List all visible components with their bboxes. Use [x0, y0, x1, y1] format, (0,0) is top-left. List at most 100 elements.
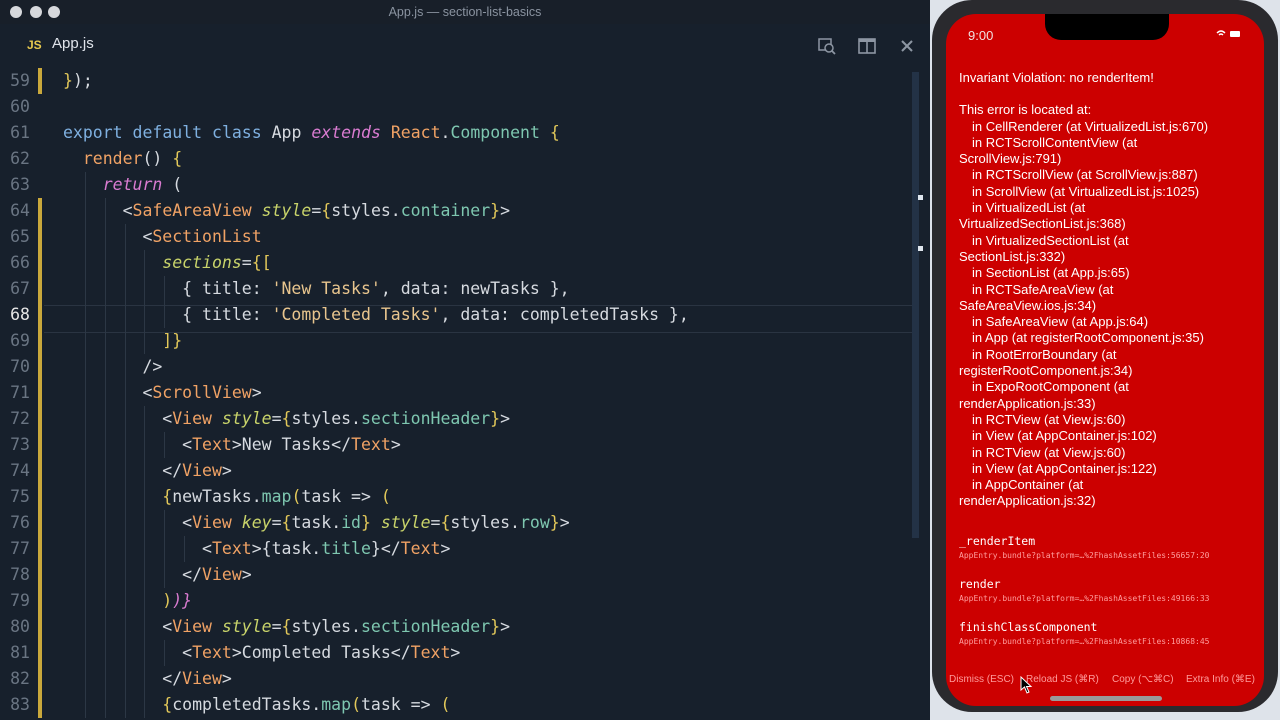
code-line[interactable]: 81 <Text>Completed Tasks</Text>: [0, 640, 910, 666]
code-token: key: [241, 513, 272, 532]
stack-frame[interactable]: finishClassComponent AppEntry.bundle?plat…: [959, 620, 1259, 663]
git-change-marker: [38, 68, 42, 94]
code-token: container: [400, 201, 491, 220]
indent-guide: [124, 692, 126, 718]
indent-guide: [104, 328, 106, 354]
copy-button[interactable]: Copy (⌥⌘C): [1112, 674, 1174, 685]
indent-guide: [84, 432, 86, 458]
indent-guide: [144, 510, 146, 536]
code-token: Text: [400, 539, 441, 558]
code-line[interactable]: 59});: [0, 68, 910, 94]
editor-scrollbar[interactable]: [912, 72, 919, 538]
code-line[interactable]: 61 export default class App extends React…: [0, 120, 910, 146]
indent-guide: [124, 380, 126, 406]
code-line[interactable]: 71 <ScrollView>: [0, 380, 910, 406]
code-line[interactable]: 65 <SectionList: [0, 224, 910, 250]
stack-line: in RCTScrollContentView (at: [972, 134, 1138, 150]
stack-frame[interactable]: _renderItem AppEntry.bundle?platform=…%2F…: [959, 534, 1259, 577]
tab-bar: JS App.js: [0, 24, 930, 66]
git-change-marker: [38, 406, 42, 432]
search-in-files-icon[interactable]: [817, 36, 837, 56]
code-token: (: [172, 175, 183, 194]
split-editor-icon[interactable]: [857, 36, 877, 56]
line-number: 59: [10, 71, 30, 90]
line-number: 62: [10, 149, 30, 168]
indent-guide: [144, 302, 146, 328]
stack-line: in App (at registerRootComponent.js:35): [972, 330, 1204, 346]
indent-guide: [104, 276, 106, 302]
code-token: {[: [251, 253, 272, 272]
code-token: );: [72, 71, 93, 90]
scrollbar-marker: [918, 246, 923, 251]
indent-guide: [84, 640, 86, 666]
code-token: )}: [172, 591, 193, 610]
tab-app-js[interactable]: App.js: [52, 35, 94, 52]
code-line[interactable]: 68 { title: 'Completed Tasks', data: comp…: [0, 302, 910, 328]
code-line[interactable]: 82 </View>: [0, 666, 910, 692]
stack-frames: _renderItem AppEntry.bundle?platform=…%2F…: [959, 534, 1259, 663]
git-change-marker: [38, 432, 42, 458]
code-line[interactable]: 76 <View key={task.id} style={styles.row}…: [0, 510, 910, 536]
indent-guide: [164, 432, 166, 458]
code-content: {newTasks.map(task => (: [162, 484, 391, 510]
home-indicator[interactable]: [1050, 696, 1162, 701]
stack-line: ScrollView.js:791): [959, 151, 1062, 167]
code-content: <Text>{task.title}</Text>: [202, 536, 450, 562]
code-token: title: [321, 539, 371, 558]
indent-guide: [124, 224, 126, 250]
code-token: id: [341, 513, 361, 532]
code-content: });: [63, 68, 93, 94]
code-token: style: [380, 513, 431, 532]
code-token: }</: [370, 539, 401, 558]
code-line[interactable]: 62 render() {: [0, 146, 910, 172]
indent-guide: [164, 510, 166, 536]
code-line[interactable]: 75 {newTasks.map(task => (: [0, 484, 910, 510]
title-bar: App.js — section-list-basics: [0, 0, 930, 24]
code-line[interactable]: 69]}: [0, 328, 910, 354]
code-line[interactable]: 66 sections={[: [0, 250, 910, 276]
code-area[interactable]: 59}); 60 61 export default class App extend…: [0, 66, 910, 720]
code-line[interactable]: 79))}: [0, 588, 910, 614]
indent-guide: [84, 510, 86, 536]
code-line[interactable]: 64 <SafeAreaView style={styles.container}…: [0, 198, 910, 224]
indent-guide: [104, 510, 106, 536]
code-line[interactable]: 77 <Text>{task.title}</Text>: [0, 536, 910, 562]
code-line[interactable]: 63 return (: [0, 172, 910, 198]
code-line[interactable]: 70 />: [0, 354, 910, 380]
indent-guide: [124, 302, 126, 328]
error-location-heading: This error is located at:: [959, 102, 1092, 118]
indent-guide: [84, 692, 86, 718]
code-line[interactable]: 60: [0, 94, 910, 120]
code-line[interactable]: 73 <Text>New Tasks</Text>: [0, 432, 910, 458]
code-token: =: [271, 617, 282, 636]
stack-line: in VirtualizedList (at: [972, 200, 1086, 216]
reload-js-button[interactable]: Reload JS (⌘R): [1026, 674, 1099, 685]
extra-info-button[interactable]: Extra Info (⌘E): [1186, 674, 1255, 685]
code-line[interactable]: 72 <View style={styles.sectionHeader}>: [0, 406, 910, 432]
code-line[interactable]: 78 </View>: [0, 562, 910, 588]
indent-guide: [84, 198, 86, 224]
code-line[interactable]: 74 </View>: [0, 458, 910, 484]
code-line[interactable]: 80 <View style={styles.sectionHeader}>: [0, 614, 910, 640]
indent-guide: [84, 224, 86, 250]
line-number: 65: [10, 227, 30, 246]
code-token: (: [291, 487, 302, 506]
code-token: <: [182, 435, 193, 454]
line-number: 80: [10, 617, 30, 636]
code-token: SectionList: [152, 227, 262, 246]
code-token: {: [162, 487, 173, 506]
redbox-actions: Dismiss (ESC) Reload JS (⌘R) Copy (⌥⌘C) …: [946, 674, 1264, 688]
indent-guide: [104, 614, 106, 640]
close-icon[interactable]: [898, 36, 918, 56]
git-change-marker: [38, 536, 42, 562]
line-number: 71: [10, 383, 30, 402]
code-line[interactable]: 67 { title: 'New Tasks', data: newTasks }…: [0, 276, 910, 302]
stack-line: in ScrollView (at VirtualizedList.js:102…: [972, 183, 1200, 199]
stack-frame[interactable]: render AppEntry.bundle?platform=…%2FhashA…: [959, 577, 1259, 620]
indent-guide: [84, 562, 86, 588]
dismiss-button[interactable]: Dismiss (ESC): [949, 674, 1014, 685]
indent-guide: [84, 250, 86, 276]
code-line[interactable]: 83 {completedTasks.map(task => (: [0, 692, 910, 718]
code-token: <: [182, 643, 193, 662]
code-token: >: [559, 513, 570, 532]
